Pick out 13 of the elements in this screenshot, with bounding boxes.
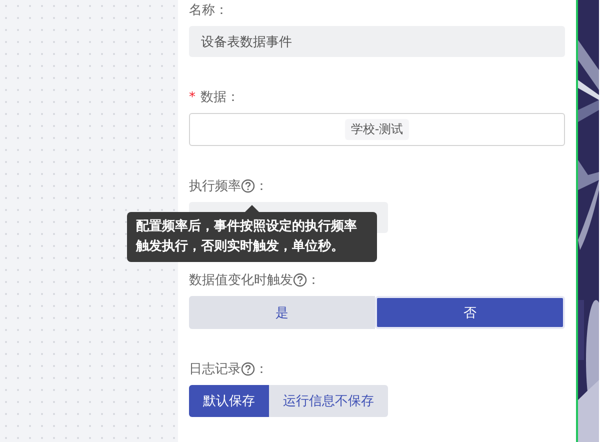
tag-chip: 学校-测试 bbox=[344, 119, 410, 140]
field-label: 执行频率 bbox=[189, 178, 241, 195]
field-label: 名称 bbox=[189, 2, 215, 19]
field-label: 数据值变化时触发 bbox=[189, 272, 293, 289]
colon-text: ： bbox=[255, 361, 268, 378]
field-label: 日志记录 bbox=[189, 361, 241, 378]
colon-text: ： bbox=[215, 2, 228, 19]
field-label: 数据 bbox=[200, 89, 226, 106]
colon-text: ： bbox=[226, 89, 240, 106]
required-mark: * bbox=[189, 90, 196, 104]
colon-text: ： bbox=[255, 178, 268, 195]
colon-text: ： bbox=[307, 272, 320, 289]
tooltip: 配置频率后，事件按照设定的执行频率触发执行，否则实时触发，单位秒。 bbox=[127, 212, 377, 262]
